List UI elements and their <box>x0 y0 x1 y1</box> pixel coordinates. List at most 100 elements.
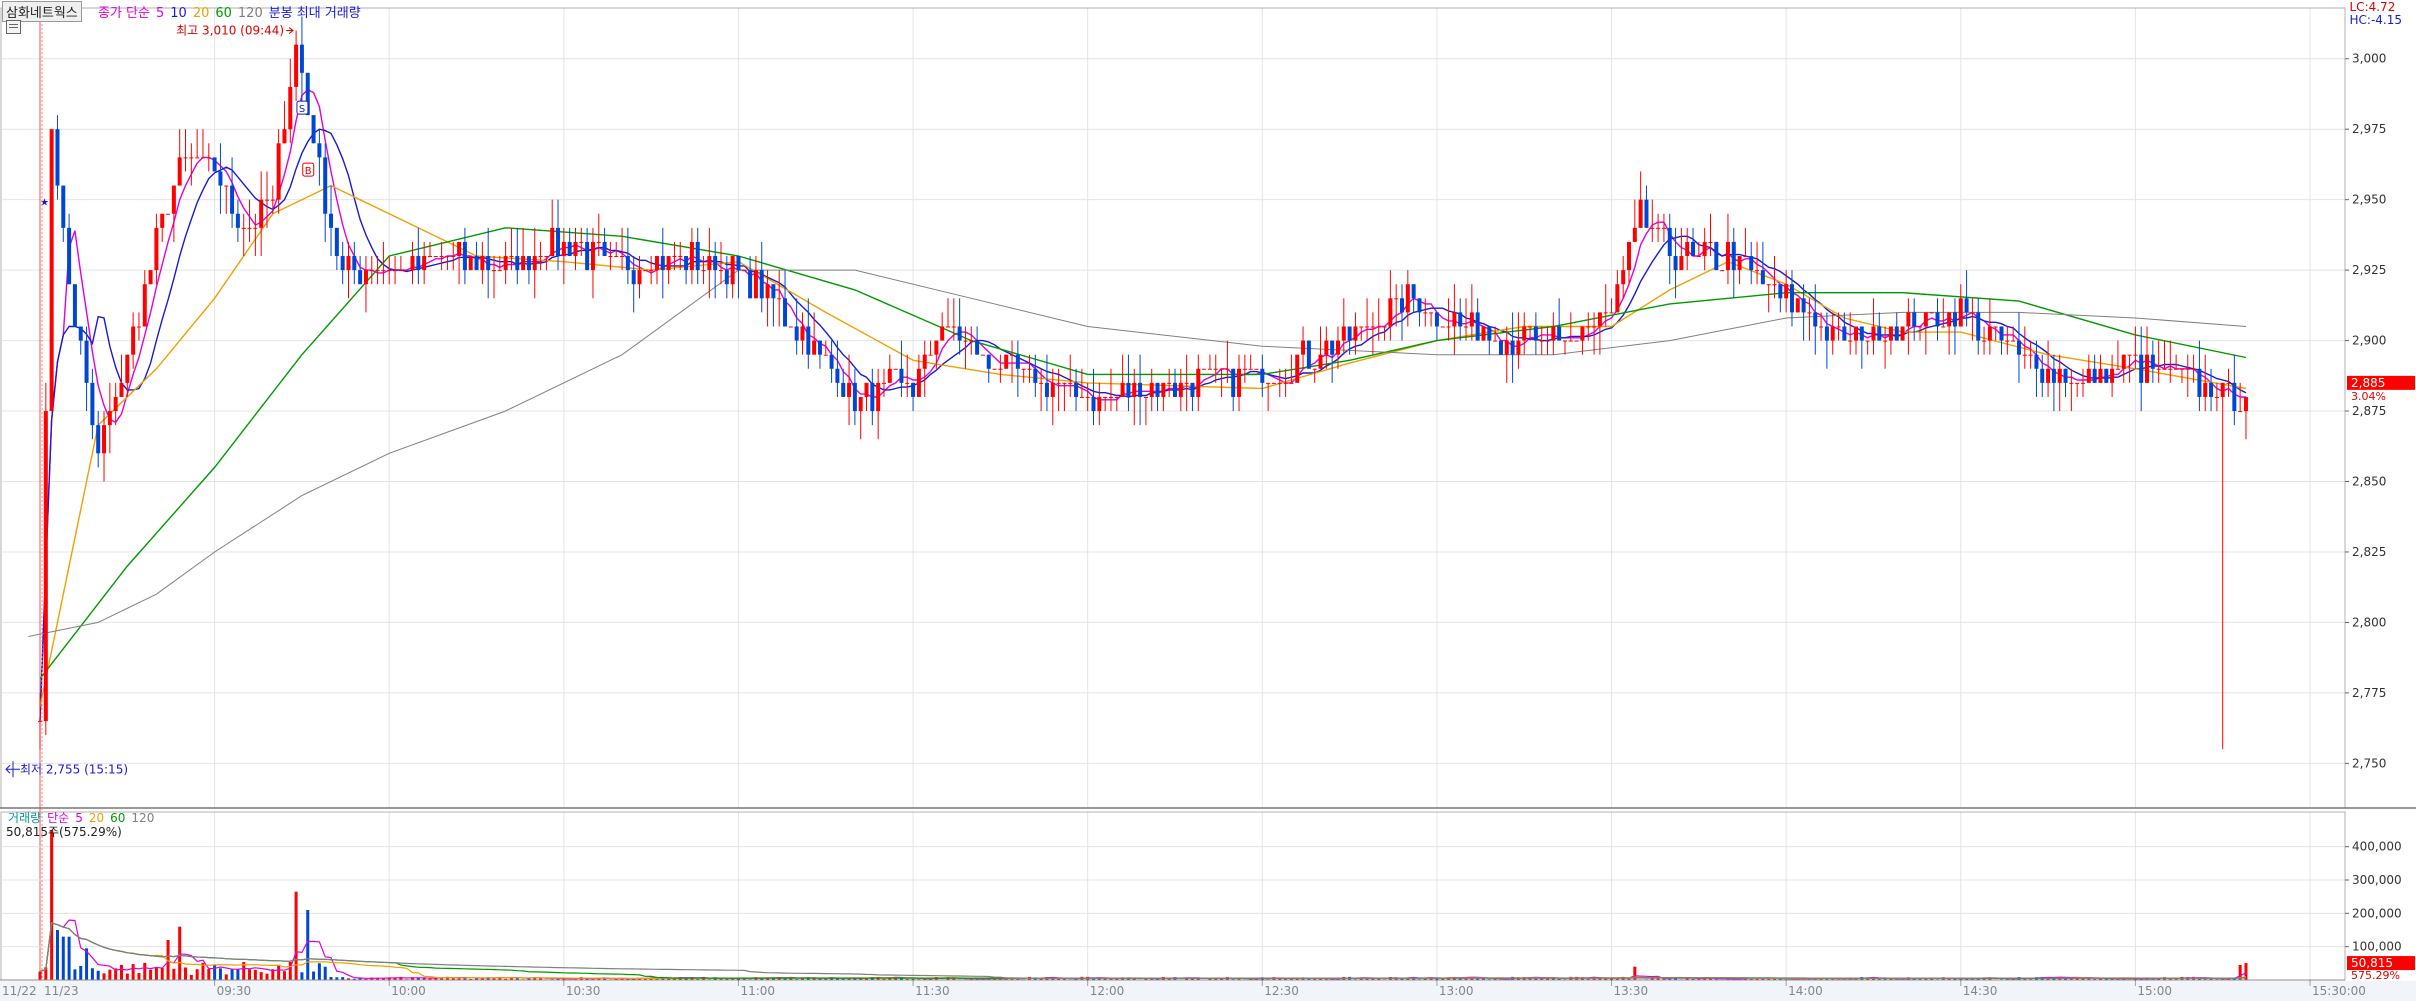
candle-body <box>1178 382 1183 397</box>
candle-body <box>2174 368 2179 370</box>
candle-body <box>439 256 444 258</box>
price-tick-label: 2,875 <box>2352 404 2386 418</box>
candle-body <box>1859 326 1864 341</box>
candle-body <box>2011 340 2016 342</box>
candle-body <box>1888 326 1893 341</box>
candle-body <box>1755 270 1760 272</box>
legend-ma-60[interactable]: 60 <box>215 6 232 21</box>
candle-body <box>1277 382 1282 384</box>
candle-body <box>1958 298 1963 327</box>
candle-body <box>724 270 729 285</box>
candle-body <box>1656 227 1661 229</box>
candle-body <box>1173 382 1177 397</box>
legend-ma-10[interactable]: 10 <box>170 6 187 21</box>
candle-body <box>317 143 322 158</box>
candle-body <box>358 270 363 285</box>
candle-body <box>183 157 188 159</box>
candle-body <box>689 241 694 271</box>
candle-body <box>1842 326 1847 341</box>
price-tick-label: 2,975 <box>2352 122 2386 136</box>
candle-body <box>1743 256 1748 258</box>
candle-body <box>1673 256 1678 271</box>
candle-body <box>1993 326 1998 328</box>
legend-ma-20[interactable]: 20 <box>193 6 210 21</box>
candle-body <box>783 298 788 327</box>
candle-body <box>1010 354 1015 356</box>
candle-body <box>1207 368 1212 370</box>
chart-menu-icon[interactable] <box>6 20 21 34</box>
candle-body <box>282 129 287 144</box>
candle-body <box>946 326 950 328</box>
legend-ma-120[interactable]: 120 <box>238 6 263 21</box>
volume-bar <box>102 973 106 980</box>
volume-bar <box>265 973 269 980</box>
candle-body <box>1108 396 1113 398</box>
candle-body <box>1149 382 1154 397</box>
candle-body <box>1050 382 1055 397</box>
candle-body <box>887 368 892 383</box>
candle-body <box>1469 312 1474 327</box>
candle-body <box>585 241 590 271</box>
candle-body <box>1906 312 1911 327</box>
candle-body <box>369 270 374 272</box>
candle-body <box>701 270 706 272</box>
candle-body <box>2197 368 2202 397</box>
candle-body <box>1400 298 1404 313</box>
candle-body <box>922 354 927 369</box>
candle-body <box>730 256 735 285</box>
candle-body <box>276 143 281 200</box>
candle-body <box>1900 326 1905 341</box>
candle-body <box>1202 368 1207 370</box>
candle-body <box>2220 382 2225 397</box>
candle-body <box>259 199 264 228</box>
candle-body <box>1242 368 1247 370</box>
candle-body <box>695 241 700 271</box>
candle-body <box>1702 241 1707 257</box>
volume-bar <box>282 971 286 980</box>
candle-body <box>1621 270 1626 285</box>
candle-body <box>346 256 351 271</box>
candle-body <box>486 256 491 271</box>
price-tick-label: 3,000 <box>2352 52 2386 66</box>
candle-body <box>1190 382 1195 397</box>
volume-bar <box>236 969 240 980</box>
candle-body <box>817 340 822 355</box>
volume-bar <box>67 936 71 980</box>
candle-body <box>230 185 235 214</box>
legend-ma-5[interactable]: 5 <box>156 6 164 21</box>
candle-body <box>748 270 753 299</box>
candle-body <box>1661 227 1666 229</box>
candle-body <box>1423 312 1428 314</box>
stock-name-box[interactable]: 삼화네트웍스 <box>2 1 82 22</box>
price-tick-label: 2,800 <box>2352 615 2386 629</box>
candle-body <box>631 270 636 285</box>
candle-body <box>1522 326 1527 341</box>
candle-body <box>1161 382 1166 397</box>
volume-legend-ma-120[interactable]: 120 <box>131 811 154 825</box>
candle-body <box>858 396 863 412</box>
candle-body <box>1312 368 1317 370</box>
candle-body <box>2028 354 2033 356</box>
candle-body <box>1545 340 1550 342</box>
candle-body <box>148 270 153 285</box>
candle-body <box>1749 256 1754 271</box>
candle-body <box>2022 354 2027 356</box>
price-tick-label: 2,950 <box>2352 193 2386 207</box>
volume-bar <box>300 972 304 980</box>
candle-body <box>1615 284 1620 313</box>
candle-body <box>2121 354 2126 369</box>
candle-body <box>1871 326 1876 341</box>
candle-body <box>125 354 130 383</box>
candle-body <box>951 326 956 328</box>
candle-body <box>1691 241 1696 257</box>
volume-bar <box>61 936 65 980</box>
candle-body <box>422 256 427 271</box>
candle-body <box>375 270 380 272</box>
candle-body <box>2110 368 2115 383</box>
candle-body <box>2145 354 2150 383</box>
candle-body <box>2214 396 2219 398</box>
candle-body <box>1580 326 1585 341</box>
candle-body <box>2133 354 2138 356</box>
candle-body <box>899 368 904 383</box>
candle-body <box>1266 382 1271 384</box>
